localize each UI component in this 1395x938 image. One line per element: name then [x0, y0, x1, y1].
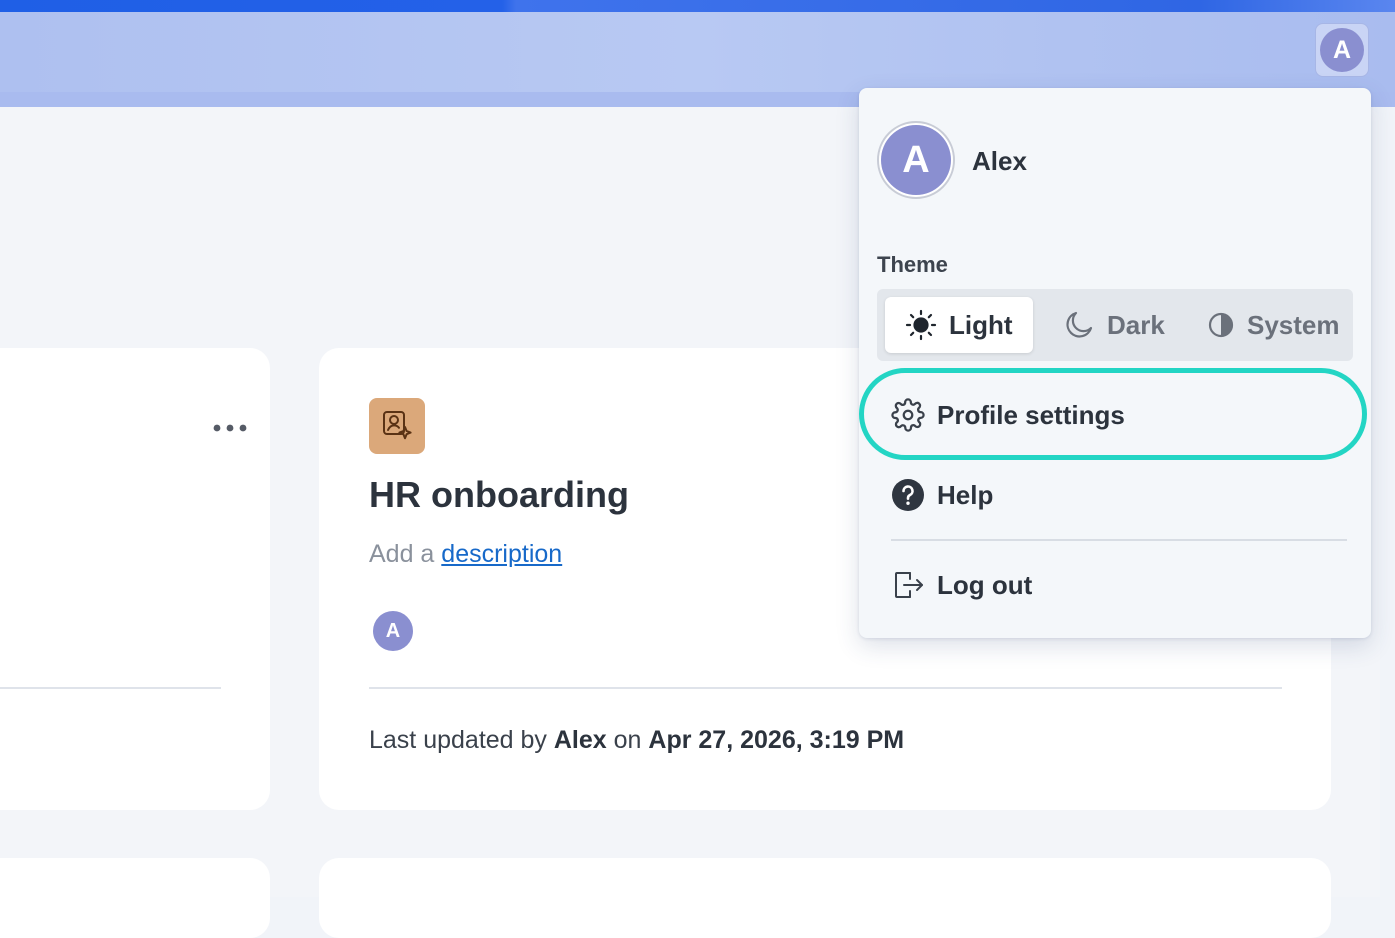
theme-system-label: System	[1247, 309, 1340, 340]
last-updated-time: Apr 27, 2026, 3:19 PM	[648, 726, 905, 754]
card-divider	[369, 687, 1282, 689]
project-card-bottom-left[interactable]	[0, 858, 270, 938]
log-out-menu-item[interactable]: Log out	[859, 550, 1371, 620]
theme-dark-button[interactable]: Dark	[1041, 297, 1191, 353]
member-avatar[interactable]: A	[373, 611, 413, 651]
moon-icon	[1066, 311, 1093, 338]
last-updated-on: on	[613, 726, 642, 754]
description-prefix: Add a	[369, 540, 435, 568]
more-horizontal-icon[interactable]	[210, 410, 250, 446]
last-updated-user: Alex	[553, 726, 607, 754]
help-menu-item[interactable]: Help	[859, 460, 1371, 530]
help-icon	[892, 479, 924, 511]
theme-label: Theme	[877, 252, 948, 277]
top-accent-strip	[0, 0, 1395, 12]
user-sparkle-icon	[369, 398, 425, 454]
theme-light-button[interactable]: Light	[885, 297, 1033, 353]
app-header	[0, 12, 1395, 93]
profile-avatar: A	[881, 125, 951, 195]
theme-selector: Light Dark System	[877, 289, 1353, 361]
gear-icon	[891, 398, 925, 432]
card-divider	[0, 687, 221, 689]
project-description: Add a description	[369, 540, 562, 569]
profile-settings-label: Profile settings	[937, 399, 1125, 430]
add-description-link[interactable]: description	[441, 540, 562, 568]
menu-divider	[891, 539, 1347, 541]
help-label: Help	[937, 479, 994, 510]
theme-dark-label: Dark	[1107, 309, 1165, 340]
theme-system-button[interactable]: System	[1195, 297, 1347, 353]
profile-avatar-frame: A	[877, 121, 955, 199]
theme-light-label: Light	[949, 309, 1013, 340]
sun-icon	[905, 309, 937, 341]
logout-icon	[895, 572, 923, 598]
contrast-icon	[1208, 312, 1234, 338]
project-title[interactable]: HR onboarding	[369, 474, 629, 516]
log-out-label: Log out	[937, 569, 1033, 600]
profile-username: Alex	[972, 146, 1027, 176]
user-avatar: A	[1320, 28, 1364, 72]
project-card-bottom[interactable]	[319, 858, 1331, 938]
last-updated-prefix: Last updated by	[369, 726, 547, 754]
last-updated-text: Last updated by Alex on Apr 27, 2026, 3:…	[369, 726, 904, 755]
user-menu-button[interactable]: A	[1315, 23, 1369, 77]
user-dropdown-menu: A Alex Theme Light Dark System Profile s…	[859, 88, 1371, 638]
profile-settings-menu-item[interactable]: Profile settings	[859, 380, 1371, 450]
